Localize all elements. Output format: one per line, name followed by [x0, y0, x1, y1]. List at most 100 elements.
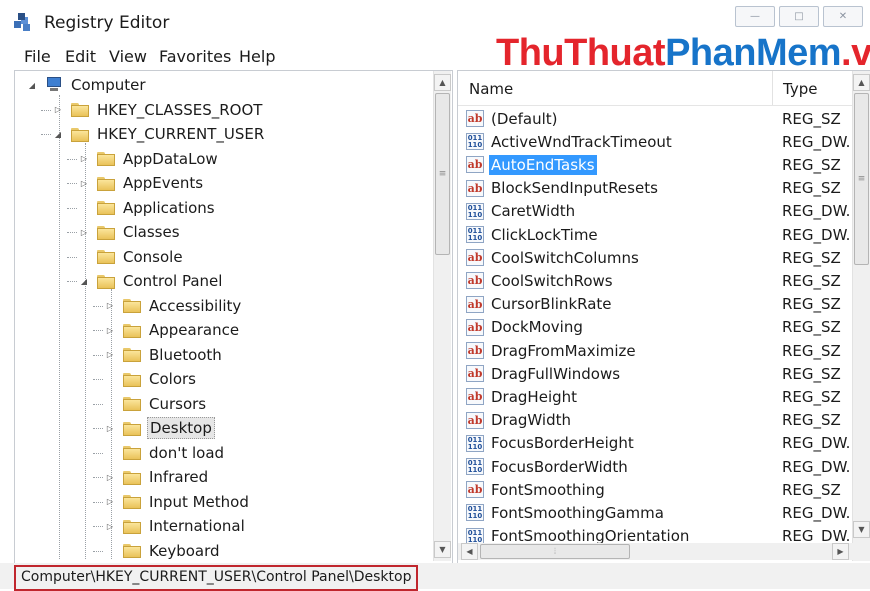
tree-node-label[interactable]: Applications — [121, 198, 217, 218]
tree-node-label[interactable]: Keyboard — [147, 541, 222, 561]
expand-arrow-icon[interactable]: ▷ — [79, 228, 89, 237]
tree-node-label[interactable]: International — [147, 516, 247, 536]
expand-arrow-icon[interactable]: ▷ — [79, 154, 89, 163]
value-name[interactable]: CoolSwitchRows — [489, 271, 615, 291]
menu-file[interactable]: File — [24, 47, 51, 66]
scroll-up-arrow-icon[interactable]: ▲ — [434, 74, 451, 91]
value-name[interactable]: DockMoving — [489, 317, 585, 337]
value-name[interactable]: BlockSendInputResets — [489, 178, 660, 198]
scroll-right-arrow-icon[interactable]: ▶ — [832, 543, 849, 560]
value-name[interactable]: FocusBorderHeight — [489, 433, 636, 453]
value-name[interactable]: FontSmoothing — [489, 480, 607, 500]
expand-arrow-icon[interactable]: ▷ — [105, 326, 115, 335]
expand-arrow-icon[interactable]: ▷ — [105, 350, 115, 359]
tree-node-label[interactable]: Cursors — [147, 394, 208, 414]
tree-node[interactable]: ▷ Infrared — [93, 465, 210, 489]
scroll-thumb[interactable]: ≡ — [435, 93, 450, 255]
column-type-header[interactable]: Type — [783, 80, 817, 98]
tree-node-label[interactable]: Appearance — [147, 320, 241, 340]
expand-arrow-icon[interactable]: ▷ — [53, 105, 63, 114]
value-name[interactable]: ActiveWndTrackTimeout — [489, 132, 674, 152]
close-button[interactable]: ✕ — [823, 6, 863, 27]
tree-node[interactable]: ▷ Bluetooth — [93, 343, 224, 367]
registry-values-pane[interactable]: Name Type ab (Default) REG_SZ 011 110 Active… — [457, 70, 870, 564]
value-row[interactable]: ab DragHeight REG_SZ — [466, 385, 846, 408]
value-row[interactable]: ab CursorBlinkRate REG_SZ — [466, 293, 846, 316]
column-name-header[interactable]: Name — [469, 80, 513, 98]
tree-node[interactable]: ◢ HKEY_CURRENT_USER — [41, 122, 266, 146]
tree-node-label[interactable]: Desktop — [147, 417, 215, 439]
value-row[interactable]: 011 110 ClickLockTime REG_DW... — [466, 223, 860, 246]
expand-arrow-icon[interactable]: ▷ — [79, 179, 89, 188]
value-name[interactable]: DragHeight — [489, 387, 579, 407]
expand-arrow-icon[interactable]: ▷ — [105, 424, 115, 433]
tree-node[interactable]: Console — [67, 245, 185, 269]
scroll-down-arrow-icon[interactable]: ▼ — [434, 541, 451, 558]
tree-node-label[interactable]: Control Panel — [121, 271, 224, 291]
collapse-arrow-icon[interactable]: ◢ — [79, 277, 89, 286]
value-row[interactable]: ab (Default) REG_SZ — [466, 107, 846, 130]
tree-node[interactable]: ◢ Control Panel — [67, 269, 224, 293]
tree-node-label[interactable]: don't load — [147, 443, 226, 463]
tree-node[interactable]: Cursors — [93, 392, 208, 416]
tree-node-label[interactable]: Infrared — [147, 467, 210, 487]
collapse-arrow-icon[interactable]: ◢ — [27, 81, 37, 90]
values-horizontal-scrollbar[interactable]: ◀ ⦙ ▶ — [458, 543, 853, 560]
tree-node[interactable]: Keyboard — [93, 539, 222, 563]
value-row[interactable]: ab FontSmoothing REG_SZ — [466, 478, 846, 501]
tree-node[interactable]: ▷ Desktop — [93, 416, 215, 440]
value-name[interactable]: DragFullWindows — [489, 364, 622, 384]
menu-view[interactable]: View — [109, 47, 147, 66]
maximize-button[interactable]: □ — [779, 6, 819, 27]
column-separator[interactable] — [772, 71, 773, 105]
tree-node-label[interactable]: Input Method — [147, 492, 251, 512]
value-name[interactable]: DragFromMaximize — [489, 341, 638, 361]
tree-node[interactable]: ▷ Classes — [67, 220, 182, 244]
value-name[interactable]: FontSmoothingGamma — [489, 503, 666, 523]
expand-arrow-icon[interactable]: ▷ — [105, 497, 115, 506]
tree-node-label[interactable]: Classes — [121, 222, 182, 242]
menu-favorites[interactable]: Favorites — [159, 47, 231, 66]
values-vertical-scrollbar[interactable]: ▲ ≡ ▼ — [852, 71, 870, 561]
scroll-up-arrow-icon[interactable]: ▲ — [853, 74, 870, 91]
expand-arrow-icon[interactable]: ▷ — [105, 301, 115, 310]
scroll-thumb[interactable]: ≡ — [854, 93, 869, 265]
value-row[interactable]: 011 110 ActiveWndTrackTimeout REG_DW... — [466, 130, 860, 153]
tree-node[interactable]: ▷ International — [93, 514, 247, 538]
value-row[interactable]: ab CoolSwitchColumns REG_SZ — [466, 246, 846, 269]
value-row[interactable]: 011 110 CaretWidth REG_DW... — [466, 200, 860, 223]
tree-node[interactable]: ▷ Accessibility — [93, 294, 243, 318]
tree-node[interactable]: ▷ AppEvents — [67, 171, 205, 195]
expand-arrow-icon[interactable]: ▷ — [105, 522, 115, 531]
value-row[interactable]: 011 110 FocusBorderWidth REG_DW... — [466, 455, 860, 478]
tree-node[interactable]: ▷ AppDataLow — [67, 147, 220, 171]
value-name[interactable]: ClickLockTime — [489, 225, 600, 245]
tree-node-label[interactable]: Computer — [69, 75, 148, 95]
tree-node-label[interactable]: Colors — [147, 369, 198, 389]
tree-node[interactable]: ▷ HKEY_CLASSES_ROOT — [41, 98, 264, 122]
value-name[interactable]: CoolSwitchColumns — [489, 248, 641, 268]
menu-edit[interactable]: Edit — [65, 47, 96, 66]
menu-help[interactable]: Help — [239, 47, 275, 66]
value-row[interactable]: 011 110 FocusBorderHeight REG_DW... — [466, 432, 860, 455]
tree-node-label[interactable]: AppEvents — [121, 173, 205, 193]
value-name[interactable]: AutoEndTasks — [489, 154, 597, 175]
minimize-button[interactable]: — — [735, 6, 775, 27]
value-name[interactable]: CursorBlinkRate — [489, 294, 614, 314]
scroll-down-arrow-icon[interactable]: ▼ — [853, 521, 870, 538]
value-row[interactable]: ab BlockSendInputResets REG_SZ — [466, 177, 846, 200]
expand-arrow-icon[interactable]: ▷ — [105, 473, 115, 482]
tree-node[interactable]: ▷ Appearance — [93, 318, 241, 342]
value-row[interactable]: ab DragFromMaximize REG_SZ — [466, 339, 846, 362]
value-name[interactable]: CaretWidth — [489, 201, 577, 221]
value-name[interactable]: FocusBorderWidth — [489, 457, 630, 477]
tree-node-label[interactable]: HKEY_CLASSES_ROOT — [95, 100, 264, 120]
value-row[interactable]: ab CoolSwitchRows REG_SZ — [466, 269, 846, 292]
tree-node[interactable]: don't load — [93, 441, 226, 465]
tree-node-label[interactable]: Bluetooth — [147, 345, 224, 365]
tree-vertical-scrollbar[interactable]: ▲ ≡ ▼ — [433, 71, 451, 561]
registry-tree-pane[interactable]: ◢ Computer ▷ HKEY_CLASSES_ROOT ◢ HKEY_CURRENT… — [14, 70, 453, 564]
value-row[interactable]: ab AutoEndTasks REG_SZ — [466, 153, 846, 176]
collapse-arrow-icon[interactable]: ◢ — [53, 130, 63, 139]
tree-node-label[interactable]: HKEY_CURRENT_USER — [95, 124, 266, 144]
